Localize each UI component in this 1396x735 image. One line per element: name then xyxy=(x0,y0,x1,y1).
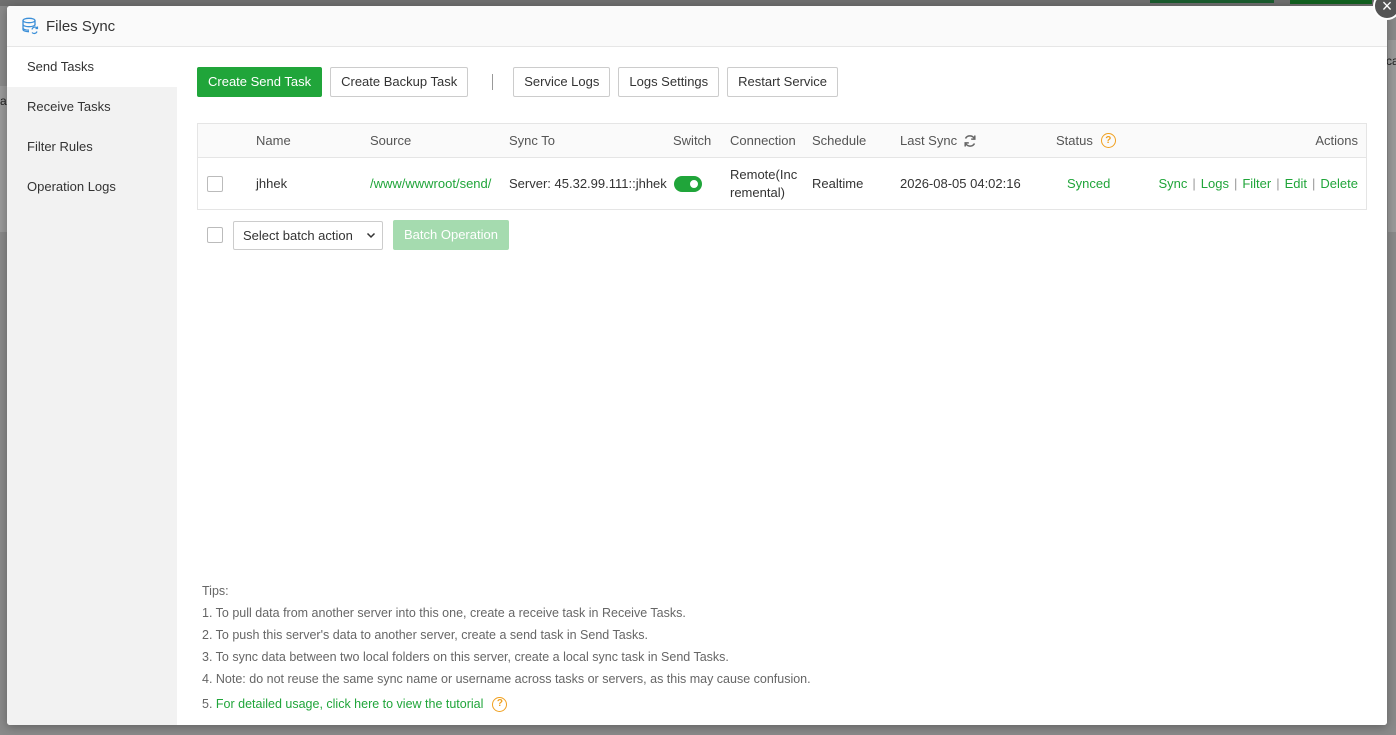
create-send-task-button[interactable]: Create Send Task xyxy=(197,67,323,97)
tip-item: 3. To sync data between two local folder… xyxy=(202,650,729,664)
sidebar-item-send-tasks[interactable]: Send Tasks xyxy=(7,47,177,87)
row-checkbox-cell xyxy=(207,158,223,209)
restart-service-button[interactable]: Restart Service xyxy=(727,67,839,97)
logs-action-link[interactable]: Logs xyxy=(1201,176,1229,191)
help-icon[interactable]: ? xyxy=(1100,133,1116,148)
task-actions: Sync | Logs | Filter | Edit | Delete xyxy=(1158,176,1358,191)
tip-item-tutorial: 5. For detailed usage, click here to vie… xyxy=(202,693,811,715)
refresh-icon[interactable] xyxy=(963,134,977,148)
sidebar-item-filter-rules[interactable]: Filter Rules xyxy=(7,127,177,167)
batch-action-select-value: Select batch action xyxy=(243,227,353,243)
task-connection-line: remental) xyxy=(730,184,785,200)
background-button xyxy=(1150,0,1274,3)
tip-item-prefix: 5. xyxy=(202,697,216,711)
column-header-name: Name xyxy=(256,133,291,148)
tip-item: 4. Note: do not reuse the same sync name… xyxy=(202,672,811,686)
background-button xyxy=(1290,0,1372,4)
tip-item: 2. To push this server's data to another… xyxy=(202,628,648,642)
help-icon[interactable]: ? xyxy=(492,696,508,712)
tips-section: Tips: 1. To pull data from another serve… xyxy=(202,583,811,715)
task-name: jhhek xyxy=(256,176,288,191)
table-header: Name Source Sync To Switch Connection Sc… xyxy=(198,124,1366,158)
sync-action-link[interactable]: Sync xyxy=(1158,176,1187,191)
column-header-last-sync: Last Sync xyxy=(900,124,977,157)
toolbar: Create Send Task Create Backup Task Serv… xyxy=(197,67,846,97)
task-source-link[interactable]: /www/wwwroot/send/ xyxy=(370,158,491,209)
logs-settings-button[interactable]: Logs Settings xyxy=(618,67,720,97)
task-switch-toggle[interactable] xyxy=(674,175,702,192)
task-sync-to: Server: 45.32.99.111::jhhek xyxy=(509,176,667,191)
send-tasks-table: Name Source Sync To Switch Connection Sc… xyxy=(197,123,1367,210)
chevron-down-icon xyxy=(366,230,376,240)
column-header-switch: Switch xyxy=(673,133,712,148)
batch-operation-button[interactable]: Batch Operation xyxy=(393,220,509,250)
column-header-source: Source xyxy=(370,133,412,148)
background-panel-right xyxy=(1388,40,1396,232)
task-status-badge: Synced xyxy=(1067,176,1111,191)
service-logs-button[interactable]: Service Logs xyxy=(513,67,611,97)
batch-bar: Select batch action Batch Operation xyxy=(197,220,509,250)
column-header-connection: Connection xyxy=(730,133,796,148)
select-all-checkbox[interactable] xyxy=(207,227,223,243)
column-header-actions: Actions xyxy=(1315,133,1358,148)
database-sync-icon xyxy=(21,17,39,35)
column-header-last-sync-label: Last Sync xyxy=(900,133,958,148)
task-schedule: Realtime xyxy=(812,176,864,191)
filter-action-link[interactable]: Filter xyxy=(1242,176,1271,191)
batch-action-select[interactable]: Select batch action xyxy=(233,220,383,250)
main-content: Create Send Task Create Backup Task Serv… xyxy=(177,47,1387,725)
dialog-title: Files Sync xyxy=(46,17,116,35)
sidebar-item-receive-tasks[interactable]: Receive Tasks xyxy=(7,87,177,127)
background-text-fragment: ca xyxy=(1386,54,1396,68)
sidebar: Send Tasks Receive Tasks Filter Rules Op… xyxy=(7,47,177,725)
column-header-sync-to: Sync To xyxy=(509,133,556,148)
toolbar-divider xyxy=(492,74,494,90)
task-last-sync: 2026-08-05 04:02:16 xyxy=(900,176,1021,191)
tutorial-link[interactable]: For detailed usage, click here to view t… xyxy=(216,696,484,712)
column-header-status-label: Status xyxy=(1056,133,1093,148)
task-connection: Remote(Inc remental) xyxy=(730,158,797,209)
files-sync-dialog: Files Sync Send Tasks Receive Tasks Filt… xyxy=(7,6,1387,725)
dialog-header: Files Sync xyxy=(7,6,1387,47)
task-connection-line: Remote(Inc xyxy=(730,166,798,182)
task-switch-cell xyxy=(674,158,702,209)
create-backup-task-button[interactable]: Create Backup Task xyxy=(330,67,469,97)
sidebar-item-operation-logs[interactable]: Operation Logs xyxy=(7,167,177,207)
edit-action-link[interactable]: Edit xyxy=(1285,176,1307,191)
tip-item: 1. To pull data from another server into… xyxy=(202,606,686,620)
column-header-schedule: Schedule xyxy=(812,133,867,148)
column-header-status: Status ? xyxy=(1056,124,1116,157)
row-checkbox[interactable] xyxy=(207,175,223,192)
delete-action-link[interactable]: Delete xyxy=(1320,176,1358,191)
tips-title: Tips: xyxy=(202,584,229,598)
table-row: jhhek /www/wwwroot/send/ Server: 45.32.9… xyxy=(198,158,1366,209)
